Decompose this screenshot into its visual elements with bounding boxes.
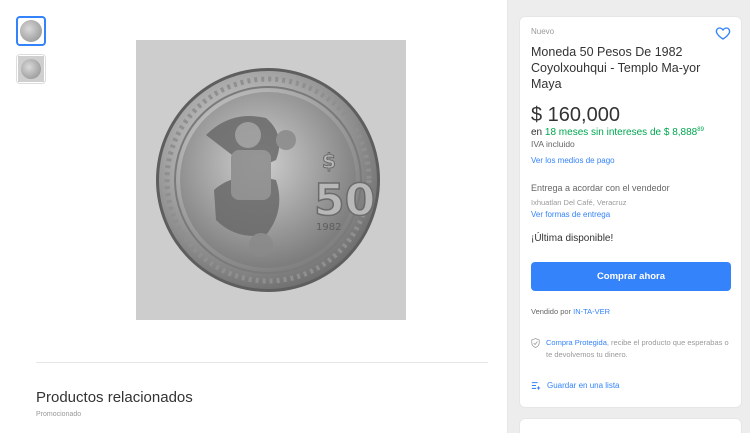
stock-status: ¡Última disponible!	[531, 233, 614, 244]
coin-image: 50 $ 1982	[136, 40, 406, 320]
payment-methods-link[interactable]: Ver los medios de pago	[531, 156, 615, 165]
protected-purchase-text: Compra Protegida, recibe el producto que…	[546, 337, 731, 361]
svg-text:1982: 1982	[316, 222, 341, 233]
promoted-label: Promocionado	[36, 411, 82, 418]
condition-label: Nuevo	[531, 27, 555, 36]
section-divider	[36, 362, 488, 363]
save-to-list-label: Guardar en una lista	[547, 381, 620, 390]
delivery-info: Entrega a acordar con el vendedor	[531, 183, 670, 193]
installments-prefix: en	[531, 127, 545, 138]
tax-note: IVA incluido	[531, 139, 575, 149]
installments-cents: 89	[697, 127, 704, 133]
coin-thumbnail-image	[20, 20, 42, 42]
installments: en 18 meses sin intereses de $ 8,88889	[531, 127, 704, 138]
shipping-options-link[interactable]: Ver formas de entrega	[531, 210, 610, 219]
protected-purchase-link[interactable]: Compra Protegida	[546, 338, 607, 347]
seller-prefix: Vendido por	[531, 307, 574, 316]
product-gallery-card: 50 $ 1982 Productos relacionados Promoci…	[0, 0, 508, 433]
installments-highlight: 18 meses sin intereses de $ 8,888	[544, 127, 698, 138]
save-to-list[interactable]: Guardar en una lista	[531, 381, 620, 390]
seller-info: Vendido por IN-TA-VER	[531, 307, 610, 316]
seller-name-link[interactable]: IN-TA-VER	[573, 307, 610, 316]
shield-icon	[531, 338, 540, 348]
thumbnail-2[interactable]	[16, 54, 46, 84]
protected-purchase: Compra Protegida, recibe el producto que…	[531, 337, 731, 361]
product-title: Moneda 50 Pesos De 1982 Coyolxouhqui - T…	[531, 45, 701, 91]
thumbnail-1[interactable]	[16, 16, 46, 46]
buy-now-button[interactable]: Comprar ahora	[531, 262, 731, 291]
heart-icon[interactable]	[715, 25, 731, 41]
add-to-list-icon	[531, 382, 541, 390]
price: $ 160,000	[531, 104, 620, 126]
related-products-title: Productos relacionados	[36, 389, 193, 406]
svg-text:$: $	[322, 149, 336, 173]
seller-location: Ixhuatlan Del Café, Veracruz	[531, 198, 627, 207]
secondary-panel	[519, 418, 742, 433]
purchase-panel: Nuevo Moneda 50 Pesos De 1982 Coyolxouhq…	[519, 16, 742, 408]
svg-text:50: 50	[314, 175, 375, 226]
main-product-image[interactable]: 50 $ 1982	[136, 40, 406, 320]
coin-thumbnail-image	[18, 56, 44, 82]
